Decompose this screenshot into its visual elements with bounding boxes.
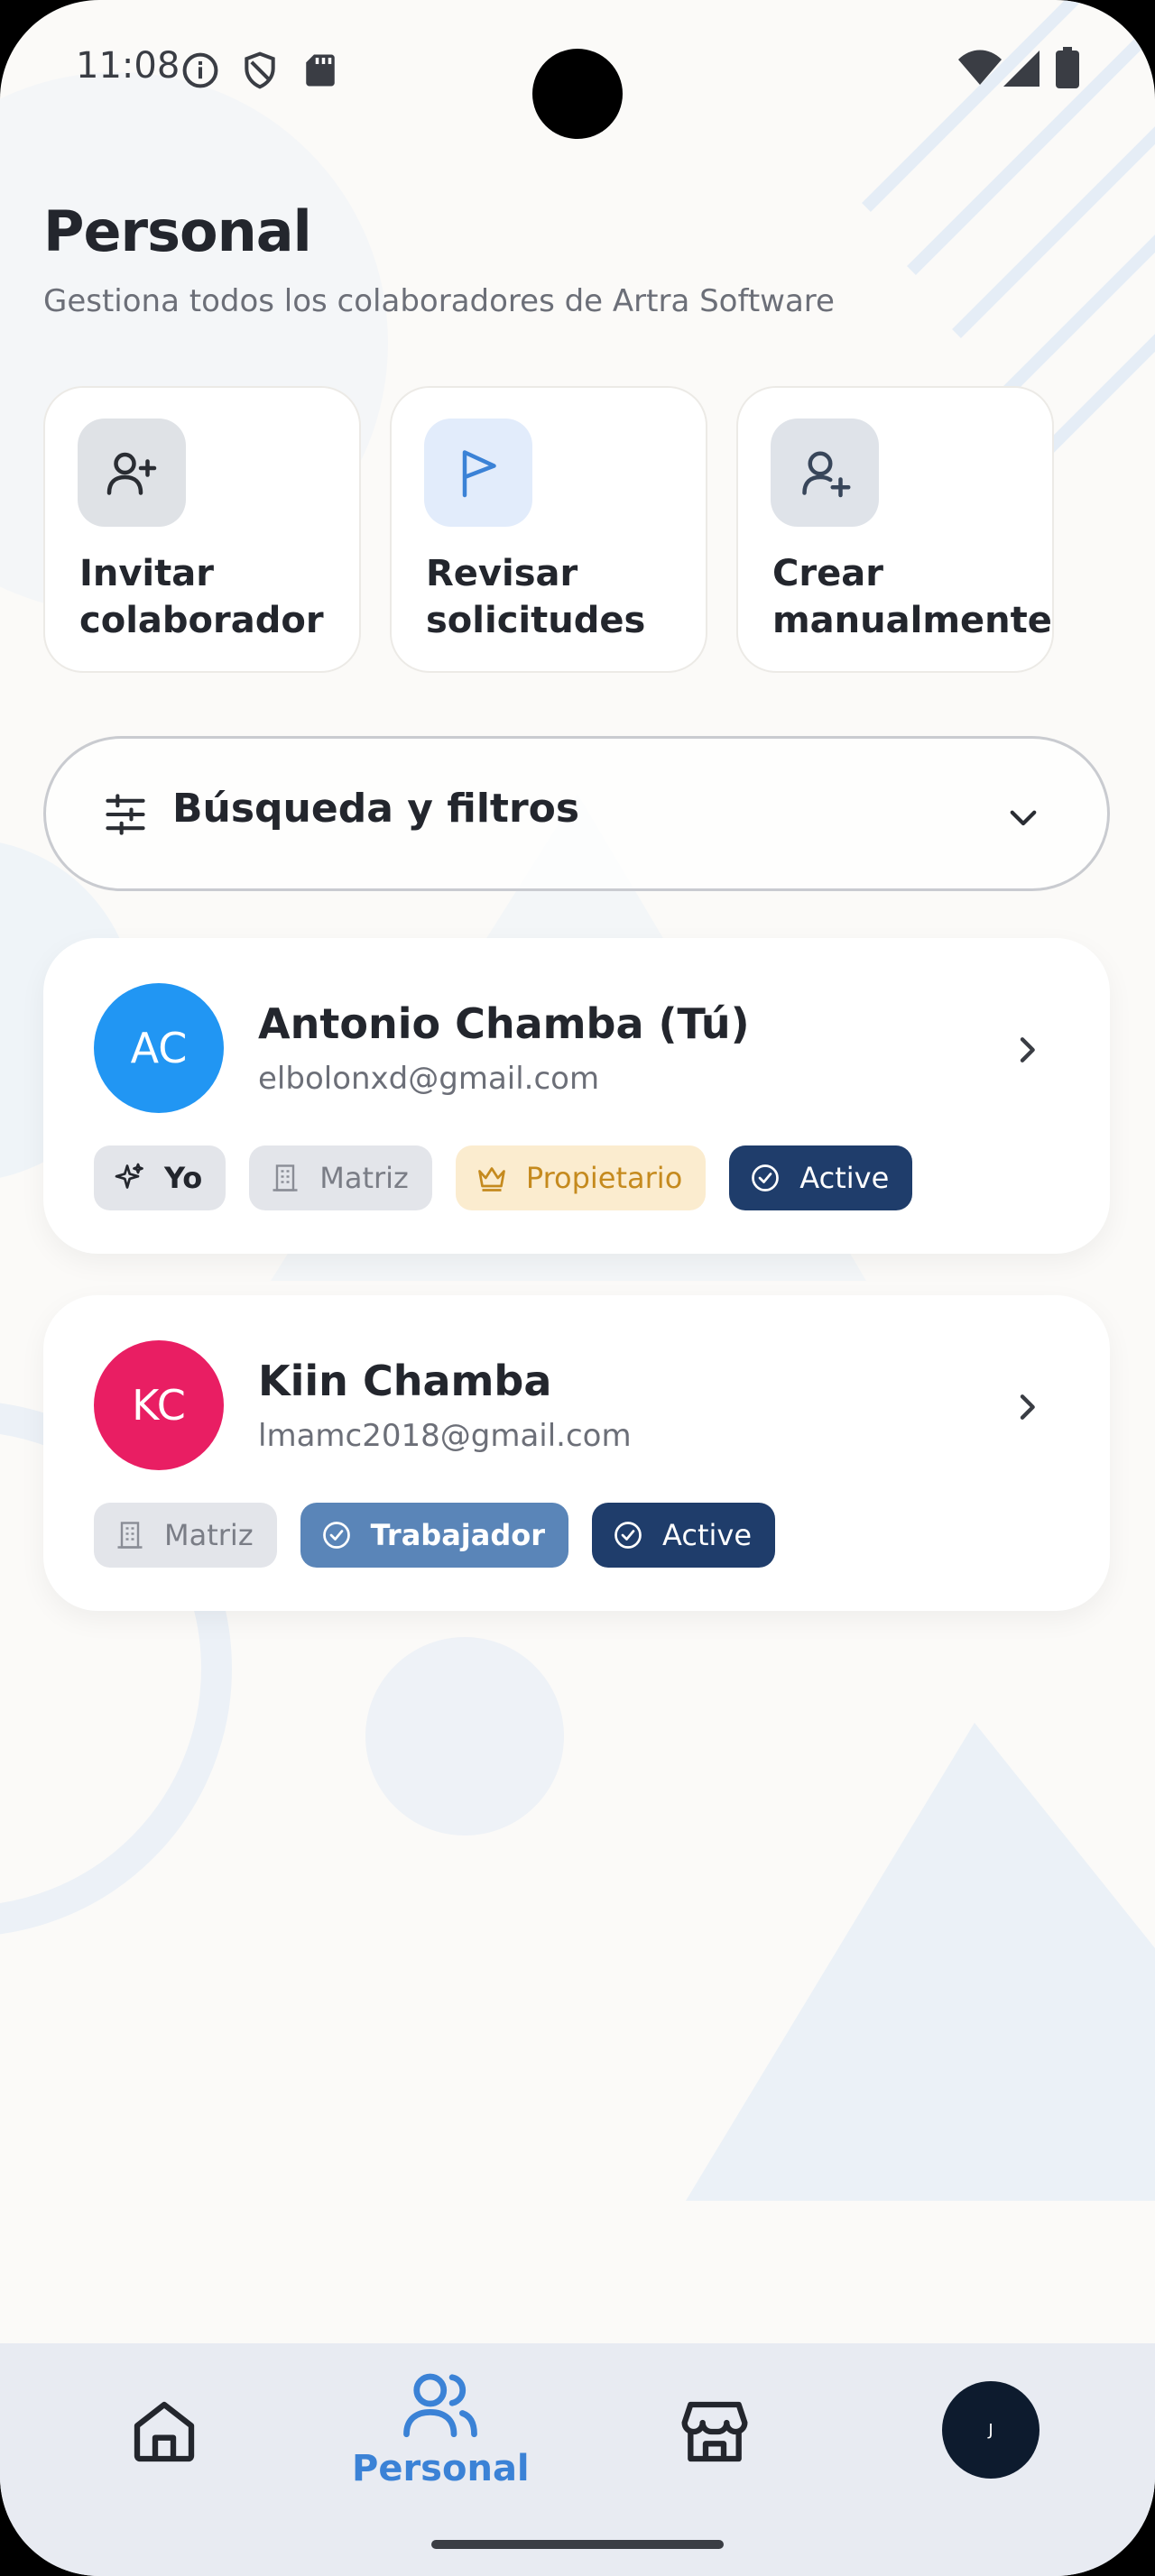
- member-card[interactable]: KC Kiin Chamba lmamc2018@gmail.com Matri…: [43, 1295, 1110, 1611]
- building-icon: [117, 1522, 143, 1549]
- user-add-icon: [771, 419, 879, 527]
- invite-collaborator-button[interactable]: Invitar colaborador: [43, 386, 361, 673]
- create-manually-label: Crear manualmente: [772, 553, 1052, 641]
- member-badges: Yo Matriz Propietario Active: [94, 1145, 913, 1210]
- badge-matriz: Matriz: [94, 1503, 277, 1568]
- badge-active-label: Active: [662, 1518, 753, 1552]
- info-icon: [182, 52, 218, 88]
- badge-active: Active: [729, 1145, 913, 1210]
- badge-matriz: Matriz: [249, 1145, 432, 1210]
- review-requests-button[interactable]: Revisar solicitudes: [390, 386, 707, 673]
- check-circle-icon: [614, 1522, 642, 1549]
- shield-icon: [245, 51, 275, 89]
- badge-propietario-label: Propietario: [525, 1161, 683, 1195]
- invite-collaborator-label: Invitar colaborador: [79, 553, 324, 641]
- status-bar: 11:08: [0, 0, 1155, 139]
- user-plus-icon: [78, 419, 186, 527]
- badge-trabajador-label: Trabajador: [370, 1518, 546, 1552]
- app-screen: 11:08 Personal Gestiona todos los colabo…: [0, 0, 1155, 2576]
- search-filters-label: Búsqueda y filtros: [172, 786, 580, 832]
- badge-matriz-label: Matriz: [164, 1518, 254, 1552]
- sparkles-icon: [115, 1163, 143, 1189]
- badge-matriz-label: Matriz: [319, 1161, 409, 1195]
- front-camera: [532, 49, 623, 139]
- wifi-icon: [958, 50, 1002, 85]
- profile-avatar-button[interactable]: J: [942, 2381, 1040, 2479]
- users-icon: [403, 2373, 478, 2438]
- badge-active: Active: [592, 1503, 776, 1568]
- battery-icon: [1056, 47, 1079, 88]
- nav-store[interactable]: [679, 2396, 751, 2468]
- member-card[interactable]: AC Antonio Chamba (Tú) elbolonxd@gmail.c…: [43, 938, 1110, 1254]
- signal-icon: [1003, 51, 1040, 87]
- chevron-right-icon[interactable]: [1009, 1032, 1045, 1068]
- page-subtitle: Gestiona todos los colaboradores de Artr…: [43, 283, 835, 319]
- crown-icon: [477, 1167, 505, 1191]
- badge-trabajador: Trabajador: [300, 1503, 569, 1568]
- avatar: AC: [94, 983, 224, 1113]
- check-circle-icon: [322, 1522, 350, 1549]
- building-icon: [273, 1164, 298, 1191]
- member-email: lmamc2018@gmail.com: [258, 1418, 632, 1454]
- chevron-down-icon: [1010, 810, 1037, 826]
- review-requests-label: Revisar solicitudes: [426, 553, 646, 641]
- create-manually-button[interactable]: Crear manualmente: [736, 386, 1054, 673]
- badge-active-label: Active: [799, 1161, 890, 1195]
- check-circle-icon: [752, 1164, 780, 1191]
- member-name: Kiin Chamba: [258, 1357, 552, 1405]
- home-indicator: [431, 2540, 724, 2549]
- badge-propietario: Propietario: [455, 1145, 707, 1210]
- nav-personal-label: Personal: [352, 2448, 530, 2489]
- member-email: elbolonxd@gmail.com: [258, 1061, 600, 1097]
- search-filters-toggle[interactable]: Búsqueda y filtros: [43, 736, 1110, 891]
- member-name: Antonio Chamba (Tú): [258, 999, 750, 1048]
- badge-yo: Yo: [94, 1145, 226, 1210]
- avatar: KC: [94, 1340, 224, 1470]
- nav-personal[interactable]: Personal: [352, 2363, 530, 2489]
- chevron-right-icon[interactable]: [1009, 1389, 1045, 1425]
- store-icon: [681, 2401, 748, 2462]
- flag-icon: [424, 419, 532, 527]
- badge-yo-label: Yo: [164, 1161, 203, 1195]
- status-time: 11:08: [76, 45, 180, 87]
- member-badges: Matriz Trabajador Active: [94, 1503, 776, 1568]
- page-title: Personal: [43, 198, 312, 264]
- sliders-icon: [106, 794, 145, 835]
- sd-card-icon: [306, 54, 335, 87]
- home-icon: [134, 2401, 195, 2462]
- nav-home[interactable]: [128, 2396, 200, 2468]
